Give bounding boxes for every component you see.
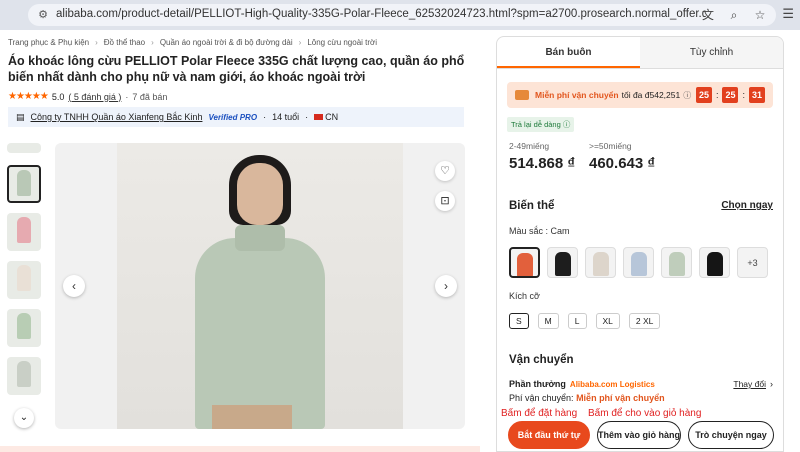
price-tier: 2-49miếng 514.868 ₫ (509, 141, 576, 172)
truck-icon (515, 90, 529, 100)
store-icon: ▤ (16, 111, 25, 122)
chat-now-button[interactable]: Trò chuyện ngay (688, 421, 774, 449)
cart-annotation: Bấm để cho vào giỏ hàng (588, 408, 702, 419)
logistics-brand: Alibaba.com Logistics (569, 379, 655, 389)
color-swatch[interactable] (623, 247, 654, 278)
verified-badge: Verified PRO (208, 112, 258, 122)
browser-toolbar: ⚙ alibaba.com/product-detail/PELLIOT-Hig… (0, 0, 800, 30)
next-arrow-icon[interactable]: › (435, 275, 457, 297)
free-shipping-label: Miễn phí vận chuyển (535, 90, 619, 100)
prev-arrow-icon[interactable]: ‹ (63, 275, 85, 297)
supplier-years: 14 tuổi (272, 112, 300, 122)
tab-custom[interactable]: Tùy chỉnh (640, 37, 783, 68)
size-option[interactable]: S (509, 313, 529, 329)
chevron-right-icon[interactable]: › (770, 379, 773, 389)
size-option[interactable]: 2 XL (628, 313, 661, 329)
thumbnail[interactable] (7, 143, 41, 153)
add-to-cart-button[interactable]: Thêm vào giỏ hàng (597, 421, 681, 449)
thumbnail[interactable] (7, 357, 41, 395)
order-annotation: Bấm để đặt hàng (501, 408, 578, 419)
heart-icon[interactable]: ♡ (435, 161, 455, 181)
supplier-row: ▤ Công ty TNHH Quần áo Xianfeng Bắc Kinh… (8, 107, 464, 127)
thumbnail[interactable] (7, 213, 41, 251)
price-tier: >=50miếng 460.643 ₫ (589, 141, 656, 172)
shipping-banner[interactable]: Miễn phí vận chuyển tối đa đ542,251 ⓘ 25… (507, 82, 773, 108)
image-search-icon[interactable]: ⊡ (435, 191, 455, 211)
color-swatch[interactable] (585, 247, 616, 278)
color-swatch[interactable] (699, 247, 730, 278)
shipping-fee-value: Miễn phí vận chuyển (576, 393, 665, 403)
breadcrumb-item[interactable]: Trang phục & Phụ kiện (8, 38, 89, 47)
rating-row: ★★★★★ 5.0 ( 5 đánh giá ) · 7 đã bán (8, 91, 168, 102)
purchase-panel: Bán buôn Tùy chỉnh Miễn phí vận chuyển t… (496, 36, 784, 452)
breadcrumb-item[interactable]: Quần áo ngoài trời & đi bộ đường dài (160, 38, 293, 47)
breadcrumb-item[interactable]: Lông cừu ngoài trời (307, 38, 377, 47)
variants-title: Biến thể (509, 200, 555, 212)
breadcrumb: Trang phục & Phụ kiện › Đồ thể thao › Quần… (8, 38, 378, 47)
size-options: S M L XL 2 XL (509, 313, 661, 329)
tab-wholesale[interactable]: Bán buôn (497, 37, 640, 68)
countdown-timer: 25: 25: 31 (695, 87, 765, 103)
shipping-title: Vận chuyển (509, 354, 574, 366)
site-info-icon[interactable]: ⚙ (36, 8, 50, 22)
start-order-button[interactable]: Bắt đầu thứ tự (508, 421, 590, 449)
size-option[interactable]: M (537, 313, 559, 329)
rating-stars-icon: ★★★★★ (8, 91, 49, 102)
color-swatch-orange[interactable] (509, 247, 540, 278)
change-shipping-link[interactable]: Thay đổi (733, 379, 766, 389)
color-swatch[interactable] (661, 247, 692, 278)
logistics-label: Phần thưởng (509, 379, 566, 389)
zoom-icon[interactable]: ⌕ (726, 7, 742, 23)
bookmark-star-icon[interactable]: ☆ (752, 7, 768, 23)
choose-now-link[interactable]: Chọn ngay (721, 200, 773, 211)
logistics-box: Phần thưởng Alibaba.com Logistics Thay đ… (509, 379, 773, 403)
color-swatch[interactable] (547, 247, 578, 278)
thumbnail[interactable] (7, 309, 41, 347)
flag-icon (314, 114, 324, 120)
chevron-down-icon[interactable]: ⌄ (14, 408, 34, 428)
supplier-link[interactable]: Công ty TNHH Quần áo Xianfeng Bắc Kinh (31, 112, 203, 122)
shipping-limit: tối đa đ542,251 (621, 90, 681, 100)
reviews-link[interactable]: ( 5 đánh giá ) (68, 92, 121, 102)
thumbnail[interactable] (7, 261, 41, 299)
rating-value: 5.0 (51, 91, 65, 102)
promo-strip (0, 446, 480, 452)
breadcrumb-item[interactable]: Đồ thể thao (104, 38, 145, 47)
shipping-fee-label: Phí vận chuyển: (509, 393, 574, 403)
size-option[interactable]: XL (595, 313, 620, 329)
country: CN (314, 112, 338, 122)
url-text[interactable]: alibaba.com/product-detail/PELLIOT-High-… (56, 8, 706, 20)
translate-icon[interactable]: 文 (700, 7, 716, 23)
tab-search-icon[interactable]: ☰ (782, 6, 794, 22)
info-icon[interactable]: ⓘ (683, 90, 691, 101)
product-main-image[interactable]: ‹ › ♡ ⊡ (55, 143, 465, 429)
size-option[interactable]: L (567, 313, 587, 329)
address-bar[interactable]: ⚙ alibaba.com/product-detail/PELLIOT-Hig… (28, 4, 776, 26)
color-swatches: +3 (509, 247, 768, 278)
easy-return-badge[interactable]: Trả lại dễ dàng ⓘ (507, 117, 575, 132)
color-label: Màu sắc : Cam (509, 226, 570, 236)
more-colors-button[interactable]: +3 (737, 247, 768, 278)
product-photo (117, 143, 403, 429)
sold-count: 7 đã bán (132, 91, 168, 102)
size-label: Kích cỡ (509, 291, 540, 301)
thumbnail-selected[interactable] (7, 165, 41, 203)
product-title: Áo khoác lông cừu PELLIOT Polar Fleece 3… (8, 54, 465, 84)
thumbnail-list (7, 143, 43, 405)
